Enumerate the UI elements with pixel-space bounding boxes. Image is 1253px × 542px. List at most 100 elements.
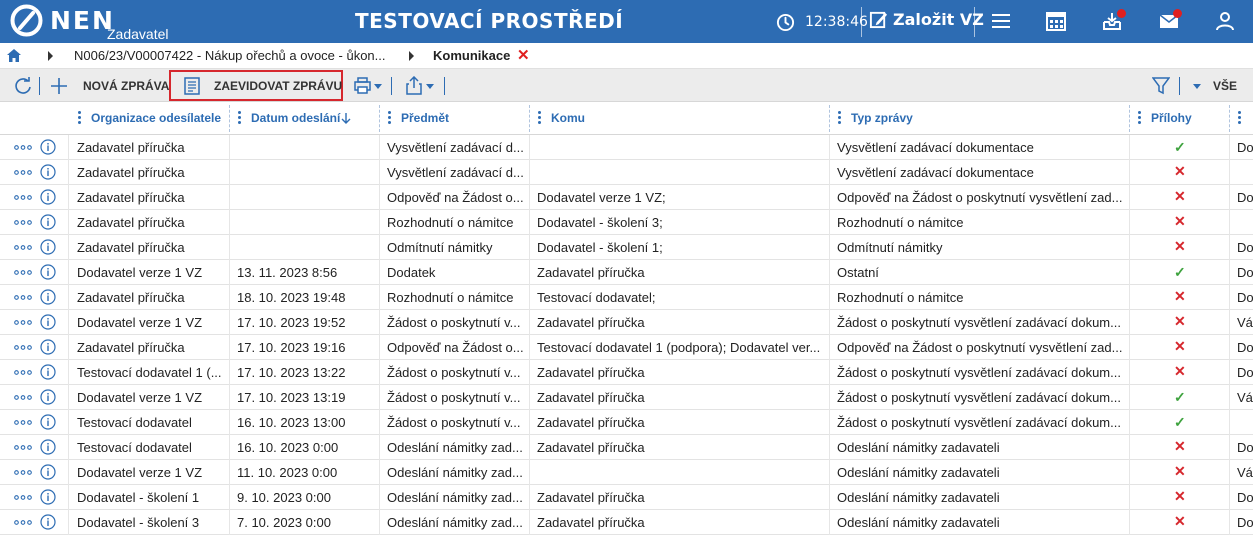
- more-options-icon[interactable]: [14, 420, 32, 425]
- filter-all-selector[interactable]: VŠE: [1213, 79, 1237, 93]
- cell-divider: [68, 410, 69, 435]
- cell-subject: Žádost o poskytnutí v...: [387, 315, 521, 330]
- info-icon[interactable]: [40, 264, 56, 280]
- table-row[interactable]: Dodavatel - školení 1 9. 10. 2023 0:00 O…: [0, 485, 1253, 510]
- more-options-icon[interactable]: [14, 170, 32, 175]
- info-icon[interactable]: [40, 189, 56, 205]
- more-options-icon[interactable]: [14, 320, 32, 325]
- info-icon[interactable]: [40, 239, 56, 255]
- column-header-attachments[interactable]: Přílohy: [1151, 111, 1192, 125]
- print-dropdown-chevron-icon[interactable]: [374, 84, 382, 89]
- new-message-button[interactable]: NOVÁ ZPRÁVA: [83, 79, 169, 93]
- cell-type: Žádost o poskytnutí vysvětlení zadávací …: [837, 365, 1121, 380]
- table-row[interactable]: Dodavatel verze 1 VZ 17. 10. 2023 13:19 …: [0, 385, 1253, 410]
- register-message-button[interactable]: ZAEVIDOVAT ZPRÁVU: [214, 79, 342, 93]
- info-icon[interactable]: [40, 214, 56, 230]
- sort-down-icon[interactable]: [341, 112, 351, 125]
- filter-dropdown-chevron-icon[interactable]: [1193, 84, 1201, 89]
- table-row[interactable]: Zadavatel příručka 17. 10. 2023 19:16 Od…: [0, 335, 1253, 360]
- more-options-icon[interactable]: [14, 370, 32, 375]
- table-row[interactable]: Dodavatel verze 1 VZ 17. 10. 2023 19:52 …: [0, 310, 1253, 335]
- info-icon[interactable]: [40, 414, 56, 430]
- more-options-icon[interactable]: [14, 145, 32, 150]
- info-icon[interactable]: [40, 439, 56, 455]
- table-row[interactable]: Dodavatel verze 1 VZ 13. 11. 2023 8:56 D…: [0, 260, 1253, 285]
- info-icon[interactable]: [40, 364, 56, 380]
- info-icon[interactable]: [40, 514, 56, 530]
- column-header-sent[interactable]: Datum odeslání: [251, 111, 340, 125]
- column-header-type[interactable]: Typ zprávy: [851, 111, 913, 125]
- logo-subtitle: Zadavatel: [107, 26, 169, 42]
- more-options-icon[interactable]: [14, 520, 32, 525]
- cell-divider: [829, 235, 830, 260]
- table-row[interactable]: Zadavatel příručka 18. 10. 2023 19:48 Ro…: [0, 285, 1253, 310]
- table-row[interactable]: Dodavatel verze 1 VZ 11. 10. 2023 0:00 O…: [0, 460, 1253, 485]
- cell-type: Žádost o poskytnutí vysvětlení zadávací …: [837, 415, 1121, 430]
- column-menu-icon[interactable]: [1238, 111, 1241, 125]
- table-row[interactable]: Testovací dodavatel 16. 10. 2023 0:00 Od…: [0, 435, 1253, 460]
- info-icon[interactable]: [40, 314, 56, 330]
- table-row[interactable]: Testovací dodavatel 1 (... 17. 10. 2023 …: [0, 360, 1253, 385]
- filter-icon[interactable]: [1152, 76, 1170, 95]
- menu-icon[interactable]: [990, 10, 1012, 32]
- column-menu-icon[interactable]: [838, 111, 841, 125]
- info-icon[interactable]: [40, 389, 56, 405]
- info-icon[interactable]: [40, 139, 56, 155]
- column-menu-icon[interactable]: [78, 111, 81, 125]
- calendar-icon[interactable]: [1045, 10, 1067, 32]
- column-divider[interactable]: [1229, 105, 1230, 132]
- column-divider[interactable]: [229, 105, 230, 132]
- more-options-icon[interactable]: [14, 270, 32, 275]
- table-row[interactable]: Zadavatel příručka Odpověď na Žádost o..…: [0, 185, 1253, 210]
- more-options-icon[interactable]: [14, 470, 32, 475]
- table-row[interactable]: Testovací dodavatel 16. 10. 2023 13:00 Ž…: [0, 410, 1253, 435]
- table-row[interactable]: Dodavatel - školení 3 7. 10. 2023 0:00 O…: [0, 510, 1253, 535]
- document-list-icon[interactable]: [183, 77, 201, 95]
- plus-icon[interactable]: [50, 77, 68, 95]
- table-row[interactable]: Zadavatel příručka Vysvětlení zadávací d…: [0, 160, 1253, 185]
- column-divider[interactable]: [1129, 105, 1130, 132]
- more-options-icon[interactable]: [14, 445, 32, 450]
- column-divider[interactable]: [829, 105, 830, 132]
- info-icon[interactable]: [40, 489, 56, 505]
- cell-sender: Zadavatel příručka: [77, 165, 185, 180]
- cell-sender: Dodavatel verze 1 VZ: [77, 315, 203, 330]
- breadcrumb-item-tender[interactable]: N006/23/V00007422 - Nákup ořechů a ovoce…: [74, 48, 386, 63]
- info-icon[interactable]: [40, 164, 56, 180]
- table-row[interactable]: Zadavatel příručka Vysvětlení zadávací d…: [0, 135, 1253, 160]
- home-icon[interactable]: [7, 49, 21, 62]
- more-options-icon[interactable]: [14, 345, 32, 350]
- export-icon[interactable]: [405, 76, 423, 95]
- table-row[interactable]: Zadavatel příručka Rozhodnutí o námitce …: [0, 210, 1253, 235]
- info-icon[interactable]: [40, 289, 56, 305]
- more-options-icon[interactable]: [14, 395, 32, 400]
- info-icon[interactable]: [40, 339, 56, 355]
- column-header-subject[interactable]: Předmět: [401, 111, 449, 125]
- export-dropdown-chevron-icon[interactable]: [426, 84, 434, 89]
- more-options-icon[interactable]: [14, 295, 32, 300]
- column-header-to[interactable]: Komu: [551, 111, 585, 125]
- more-options-icon[interactable]: [14, 495, 32, 500]
- cell-to: Dodavatel - školení 3;: [537, 215, 663, 230]
- column-menu-icon[interactable]: [538, 111, 541, 125]
- user-icon[interactable]: [1214, 10, 1236, 32]
- more-options-icon[interactable]: [14, 245, 32, 250]
- print-icon[interactable]: [353, 76, 372, 95]
- close-tab-icon[interactable]: ✕: [517, 46, 530, 64]
- column-menu-icon[interactable]: [238, 111, 241, 125]
- column-divider[interactable]: [379, 105, 380, 132]
- column-menu-icon[interactable]: [1138, 111, 1141, 125]
- column-header-sender[interactable]: Organizace odesílatele: [91, 111, 221, 125]
- table-row[interactable]: Zadavatel příručka Odmítnutí námitky Dod…: [0, 235, 1253, 260]
- column-menu-icon[interactable]: [388, 111, 391, 125]
- info-icon[interactable]: [40, 464, 56, 480]
- column-divider[interactable]: [529, 105, 530, 132]
- cell-divider: [379, 260, 380, 285]
- cell-sender: Testovací dodavatel: [77, 415, 192, 430]
- cell-divider: [379, 510, 380, 535]
- refresh-icon[interactable]: [13, 76, 33, 96]
- cell-sent: 17. 10. 2023 19:16: [237, 340, 346, 355]
- more-options-icon[interactable]: [14, 220, 32, 225]
- create-vz-button[interactable]: Založit VZ: [869, 10, 984, 29]
- more-options-icon[interactable]: [14, 195, 32, 200]
